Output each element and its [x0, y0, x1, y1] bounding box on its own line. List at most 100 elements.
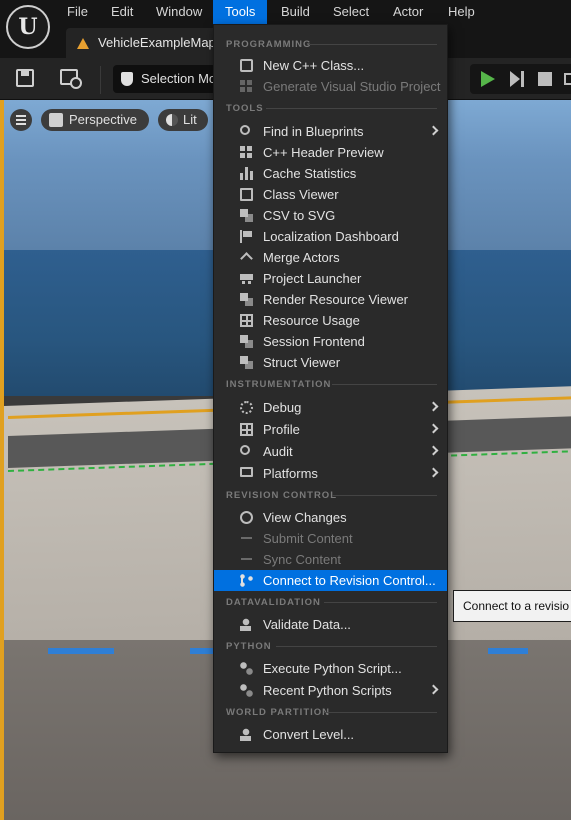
play-icon[interactable] [481, 71, 495, 87]
menu-label: Find in Blueprints [263, 124, 364, 139]
menu-label: Execute Python Script... [263, 661, 402, 676]
selection-mode-dropdown[interactable]: Selection Mo [113, 65, 223, 93]
editor-window: File Edit Window Tools Build Select Acto… [0, 0, 571, 820]
menu-debug[interactable]: Debug [214, 397, 447, 418]
menu-label: Session Frontend [263, 334, 365, 349]
menu-actor[interactable]: Actor [393, 0, 423, 24]
menu-sync-content: Sync Content [214, 549, 447, 570]
menu-label: Profile [263, 422, 300, 437]
menu-recent-python-scripts[interactable]: Recent Python Scripts [214, 680, 447, 701]
menu-label: Localization Dashboard [263, 229, 399, 244]
menu-csv-to-svg[interactable]: CSV to SVG [214, 205, 447, 226]
menu-resource-usage[interactable]: Resource Usage [214, 310, 447, 331]
menu-render-resource-viewer[interactable]: Render Resource Viewer [214, 289, 447, 310]
menu-label: Sync Content [263, 552, 342, 567]
menu-label: Resource Usage [263, 313, 360, 328]
menu-label: Validate Data... [263, 617, 351, 632]
lit-button[interactable]: Lit [158, 109, 208, 131]
menu-session-frontend[interactable]: Session Frontend [214, 331, 447, 352]
menu-validate-data[interactable]: Validate Data... [214, 614, 447, 635]
menu-edit[interactable]: Edit [111, 0, 133, 24]
menu-label: Audit [263, 444, 293, 459]
menu-label: Platforms [263, 466, 318, 481]
blue-marker [48, 648, 114, 654]
menu-label: Connect to Revision Control... [263, 573, 436, 588]
menu-audit[interactable]: Audit [214, 441, 447, 462]
menu-struct-viewer[interactable]: Struct Viewer [214, 352, 447, 373]
menu-view-changes[interactable]: View Changes [214, 507, 447, 528]
validate-icon [240, 618, 253, 631]
unreal-logo-icon[interactable]: U [6, 5, 50, 49]
play-controls [470, 64, 571, 94]
menu-localization-dashboard[interactable]: Localization Dashboard [214, 226, 447, 247]
chevron-right-icon [428, 684, 439, 695]
menu-help[interactable]: Help [448, 0, 475, 24]
logo-letter: U [18, 14, 38, 40]
section-programming: PROGRAMMING [226, 39, 312, 50]
hamburger-icon [16, 115, 26, 125]
menu-label: Generate Visual Studio Project [263, 79, 441, 94]
menu-new-cpp-class[interactable]: New C++ Class... [214, 55, 447, 76]
session-frontend-icon [240, 335, 253, 348]
menu-window[interactable]: Window [156, 0, 202, 24]
menu-generate-vs-project: Generate Visual Studio Project [214, 76, 447, 97]
new-class-icon [240, 59, 253, 72]
section-divider [309, 44, 437, 45]
menu-profile[interactable]: Profile [214, 419, 447, 440]
audit-icon [240, 445, 250, 455]
merge-icon [240, 252, 253, 265]
level-tab-label: VehicleExampleMap [98, 35, 216, 50]
section-divider [324, 602, 437, 603]
section-revision-control: REVISION CONTROL [226, 490, 338, 501]
menu-build[interactable]: Build [281, 0, 310, 24]
level-tab[interactable]: VehicleExampleMap [66, 28, 226, 58]
menu-label: Recent Python Scripts [263, 683, 392, 698]
perspective-button[interactable]: Perspective [41, 109, 149, 131]
menu-file[interactable]: File [67, 0, 88, 24]
platforms-icon [240, 467, 253, 477]
menu-execute-python-script[interactable]: Execute Python Script... [214, 658, 447, 679]
struct-viewer-icon [240, 356, 253, 369]
tooltip: Connect to a revisio [453, 590, 571, 622]
section-instrumentation: INSTRUMENTATION [226, 379, 332, 390]
menu-select[interactable]: Select [333, 0, 369, 24]
stop-icon[interactable] [538, 72, 552, 86]
arrow-left-icon [240, 532, 253, 545]
menu-tools[interactable]: Tools [213, 0, 268, 24]
menu-find-in-blueprints[interactable]: Find in Blueprints [214, 121, 447, 142]
step-icon[interactable] [510, 71, 524, 87]
class-viewer-icon [240, 188, 253, 201]
python-icon [240, 662, 253, 675]
menu-project-launcher[interactable]: Project Launcher [214, 268, 447, 289]
branch-icon [240, 574, 253, 587]
section-divider [324, 712, 437, 713]
menu-label: New C++ Class... [263, 58, 365, 73]
lit-label: Lit [183, 112, 197, 127]
python-icon [240, 684, 253, 697]
section-world-partition: WORLD PARTITION [226, 707, 331, 718]
save-icon[interactable] [16, 69, 34, 87]
viewport-options-button[interactable] [10, 109, 32, 131]
section-divider [266, 108, 437, 109]
menu-connect-to-revision-control[interactable]: Connect to Revision Control... [214, 570, 447, 591]
content-browser-icon[interactable] [60, 69, 82, 89]
chevron-right-icon [428, 467, 439, 478]
visual-studio-icon [240, 80, 253, 93]
menu-label: Merge Actors [263, 250, 340, 265]
menu-cache-statistics[interactable]: Cache Statistics [214, 163, 447, 184]
menu-platforms[interactable]: Platforms [214, 463, 447, 484]
menu-cpp-header-preview[interactable]: C++ Header Preview [214, 142, 447, 163]
section-divider [276, 646, 437, 647]
convert-level-icon [240, 728, 253, 741]
debug-icon [240, 401, 253, 414]
cube-icon [49, 113, 63, 127]
eject-icon[interactable] [564, 73, 571, 85]
menu-class-viewer[interactable]: Class Viewer [214, 184, 447, 205]
table-icon [240, 314, 253, 327]
section-tools: TOOLS [226, 103, 264, 114]
menu-merge-actors[interactable]: Merge Actors [214, 247, 447, 268]
menu-label: Struct Viewer [263, 355, 341, 370]
menu-label: Debug [263, 400, 302, 415]
menu-convert-level[interactable]: Convert Level... [214, 724, 447, 745]
menu-label: Class Viewer [263, 187, 339, 202]
